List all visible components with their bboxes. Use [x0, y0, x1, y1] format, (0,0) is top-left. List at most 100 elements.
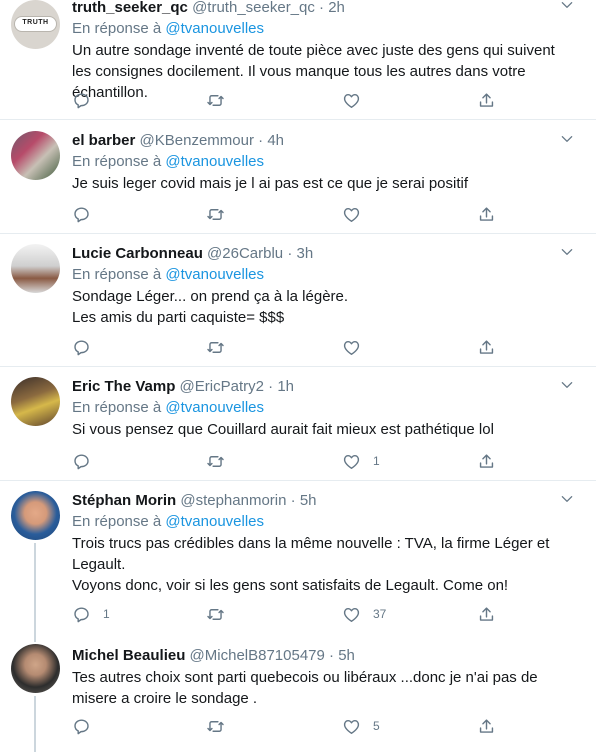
tweet-card[interactable]: Lucie Carbonneau @26Carblu · 3h En répon… — [0, 234, 596, 367]
user-handle[interactable]: @KBenzemmour — [140, 132, 254, 149]
like-button[interactable] — [342, 204, 373, 224]
separator-dot: · — [287, 245, 293, 262]
tweet-text-line: Trois trucs pas crédibles dans la même n… — [72, 535, 550, 573]
like-button[interactable] — [342, 90, 373, 110]
retweet-button[interactable] — [206, 204, 237, 224]
separator-dot: · — [319, 0, 325, 16]
user-handle[interactable]: @26Carblu — [207, 245, 283, 262]
reply-mention-link[interactable]: @tvanouvelles — [165, 266, 264, 283]
display-name[interactable]: Stéphan Morin — [72, 492, 176, 509]
tweet-card[interactable]: Michel Beaulieu @MichelB87105479 · 5h Te… — [0, 633, 596, 752]
reply-context: En réponse à @tvanouvelles — [72, 152, 556, 172]
caret-down-icon[interactable] — [560, 492, 574, 506]
timestamp[interactable]: 3h — [296, 245, 313, 262]
tweet-card[interactable]: TRUTH truth_seeker_qc @truth_seeker_qc ·… — [0, 0, 596, 120]
separator-dot: · — [290, 492, 296, 509]
avatar[interactable] — [11, 131, 60, 180]
retweet-button[interactable] — [206, 451, 237, 471]
like-count: 37 — [373, 607, 387, 621]
reply-context: En réponse à @tvanouvelles — [72, 265, 556, 285]
retweet-button[interactable] — [206, 337, 237, 357]
tweet-actions — [72, 204, 512, 224]
retweet-button[interactable] — [206, 604, 237, 624]
caret-down-icon[interactable] — [560, 132, 574, 146]
like-icon — [343, 454, 360, 469]
like-button[interactable] — [342, 337, 373, 357]
timestamp[interactable]: 4h — [267, 132, 284, 149]
reply-button[interactable] — [72, 204, 103, 224]
like-icon — [343, 207, 360, 222]
avatar[interactable] — [11, 244, 60, 293]
reply-icon — [74, 718, 89, 734]
share-button[interactable] — [477, 90, 496, 110]
reply-button[interactable] — [72, 716, 103, 736]
like-button[interactable]: 5 — [342, 716, 380, 736]
user-handle[interactable]: @stephanmorin — [180, 492, 286, 509]
tweet-actions — [72, 90, 512, 110]
timestamp[interactable]: 5h — [300, 492, 317, 509]
share-icon — [479, 718, 494, 733]
tweet-actions: 5 — [72, 716, 512, 736]
tweet-actions: 1 — [72, 451, 512, 471]
reply-mention-link[interactable]: @tvanouvelles — [165, 399, 264, 416]
reply-prefix: En réponse à — [72, 513, 162, 530]
like-button[interactable]: 37 — [342, 604, 386, 624]
display-name[interactable]: Michel Beaulieu — [72, 647, 185, 664]
avatar[interactable] — [11, 377, 60, 426]
timestamp[interactable]: 5h — [338, 647, 355, 664]
display-name[interactable]: el barber — [72, 132, 135, 149]
retweet-button[interactable] — [206, 90, 237, 110]
retweet-icon — [207, 208, 224, 220]
tweet-text: Si vous pensez que Couillard aurait fait… — [72, 419, 556, 440]
retweet-icon — [207, 341, 224, 353]
user-handle[interactable]: @truth_seeker_qc — [192, 0, 315, 16]
like-button[interactable]: 1 — [342, 451, 380, 471]
reply-button[interactable] — [72, 337, 103, 357]
display-name[interactable]: Eric The Vamp — [72, 378, 175, 395]
avatar[interactable] — [11, 644, 60, 693]
share-button[interactable] — [477, 604, 496, 624]
timestamp[interactable]: 1h — [277, 378, 294, 395]
tweet-header: Lucie Carbonneau @26Carblu · 3h — [72, 244, 556, 264]
reply-button[interactable]: 1 — [72, 604, 110, 624]
like-icon — [343, 340, 360, 355]
like-count: 1 — [373, 454, 380, 468]
tweet-text-line: Je suis leger covid mais je l ai pas est… — [72, 175, 469, 192]
share-button[interactable] — [477, 451, 496, 471]
retweet-button[interactable] — [206, 716, 237, 736]
share-icon — [479, 92, 494, 107]
reply-icon — [74, 206, 89, 222]
share-button[interactable] — [477, 204, 496, 224]
user-handle[interactable]: @EricPatry2 — [180, 378, 264, 395]
reply-mention-link[interactable]: @tvanouvelles — [165, 20, 264, 37]
caret-down-icon[interactable] — [560, 378, 574, 392]
reply-button[interactable] — [72, 90, 103, 110]
caret-down-icon[interactable] — [560, 245, 574, 259]
thread-connector — [34, 543, 36, 633]
share-button[interactable] — [477, 337, 496, 357]
tweet-card[interactable]: Stéphan Morin @stephanmorin · 5h En répo… — [0, 481, 596, 633]
display-name[interactable]: Lucie Carbonneau — [72, 245, 203, 262]
reply-prefix: En réponse à — [72, 266, 162, 283]
avatar[interactable] — [11, 491, 60, 540]
caret-down-icon[interactable] — [560, 0, 574, 12]
share-button[interactable] — [477, 716, 496, 736]
tweet-card[interactable]: el barber @KBenzemmour · 4h En réponse à… — [0, 120, 596, 234]
like-icon — [343, 607, 360, 622]
display-name[interactable]: truth_seeker_qc — [72, 0, 188, 16]
reply-button[interactable] — [72, 451, 103, 471]
like-icon — [343, 93, 360, 108]
reply-icon — [74, 92, 89, 108]
tweet-text-line: Sondage Léger... on prend ça à la légère… — [72, 288, 349, 305]
tweet-text: Trois trucs pas crédibles dans la même n… — [72, 533, 556, 596]
reply-icon — [74, 606, 89, 622]
timestamp[interactable]: 2h — [328, 0, 345, 16]
reply-mention-link[interactable]: @tvanouvelles — [165, 153, 264, 170]
avatar[interactable]: TRUTH — [11, 0, 60, 49]
tweet-card[interactable]: Eric The Vamp @EricPatry2 · 1h En répons… — [0, 367, 596, 481]
user-handle[interactable]: @MichelB87105479 — [190, 647, 325, 664]
tweet-text: Je suis leger covid mais je l ai pas est… — [72, 173, 556, 194]
tweet-actions — [72, 337, 512, 357]
share-icon — [479, 206, 494, 221]
reply-mention-link[interactable]: @tvanouvelles — [165, 513, 264, 530]
